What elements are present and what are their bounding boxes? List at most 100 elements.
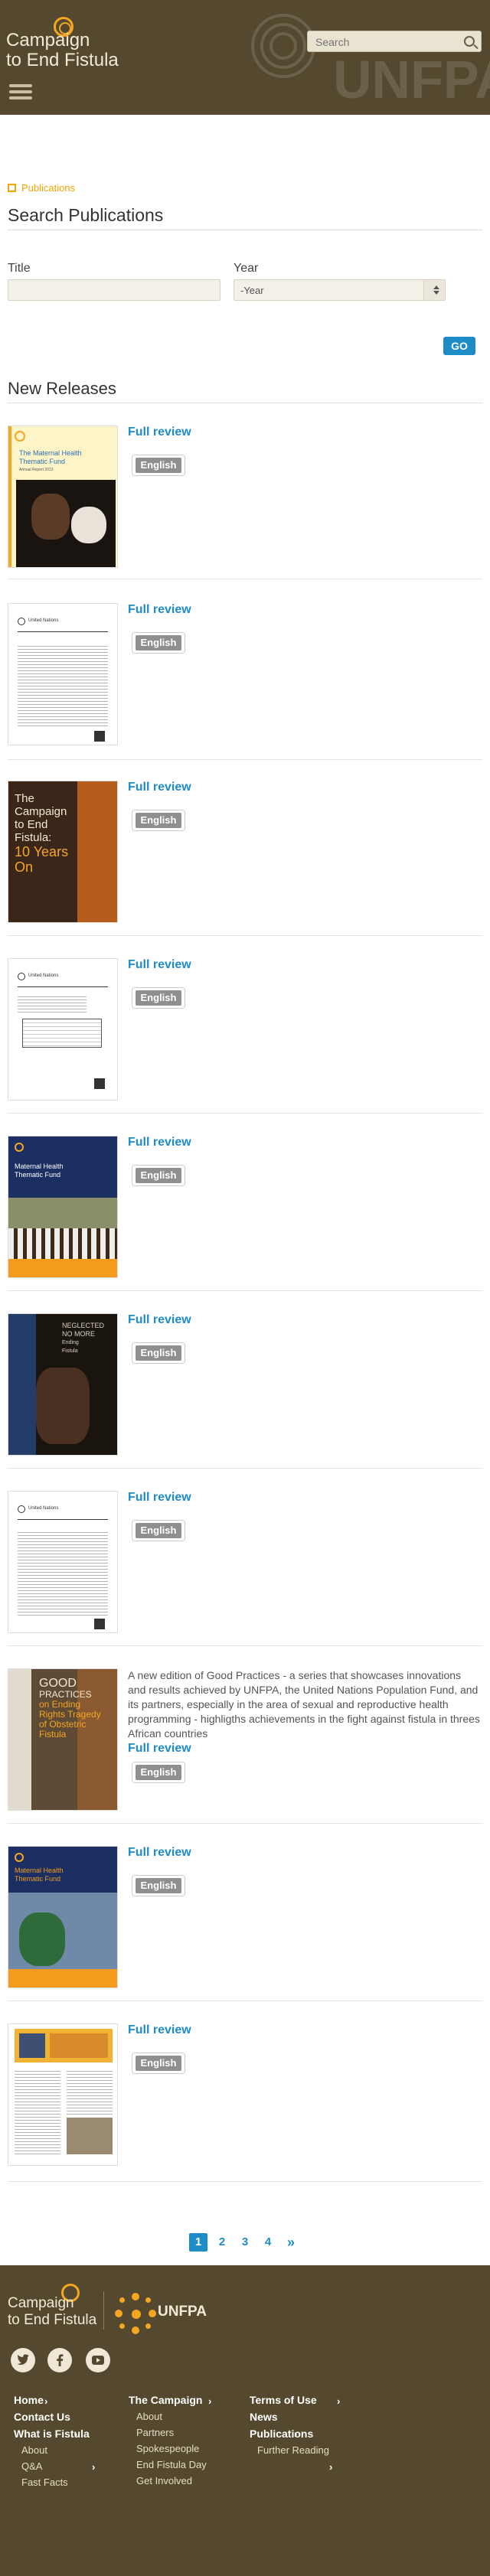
full-review-link[interactable]: Full review (128, 781, 191, 794)
english-button[interactable]: English (132, 810, 185, 831)
divider (8, 2000, 482, 2001)
search-box[interactable] (307, 31, 482, 52)
cover-text: Campaign (15, 805, 67, 818)
page-4-button[interactable]: 4 (259, 2233, 277, 2252)
page-1-button[interactable]: 1 (189, 2233, 207, 2252)
footer-link-contact[interactable]: Contact Us (14, 2411, 90, 2423)
publication-cover[interactable]: United Nations (8, 1491, 118, 1633)
cover-text: United Nations (28, 618, 59, 623)
full-review-link[interactable]: Full review (128, 958, 191, 972)
year-select[interactable]: -Year (234, 279, 446, 301)
next-page-button[interactable]: » (282, 2233, 300, 2252)
publication-cover[interactable]: The Maternal Health Thematic Fund Annual… (8, 426, 118, 568)
footer-link-qa[interactable]: Q&A (14, 2460, 90, 2472)
footer-link-further-reading[interactable]: Further Reading (250, 2444, 329, 2456)
cover-text: Fistula (62, 1348, 78, 1354)
footer-link-partners[interactable]: Partners (129, 2427, 207, 2438)
pagination: 1 2 3 4 » (0, 2233, 490, 2256)
cover-text: Thematic Fund (15, 1171, 61, 1179)
english-label: English (136, 813, 181, 828)
full-review-link[interactable]: Full review (128, 1491, 191, 1505)
english-label: English (136, 1765, 181, 1780)
footer-logo-line1: Campaign (8, 2295, 74, 2311)
publication-cover[interactable]: The Campaign to End Fistula: 10 Years On (8, 781, 118, 923)
publication-cover[interactable]: United Nations (8, 603, 118, 745)
footer-column-3: Terms of Use News Publications Further R… (250, 2394, 329, 2460)
footer-link-the-campaign[interactable]: The Campaign (129, 2394, 207, 2406)
full-review-link[interactable]: Full review (128, 603, 191, 617)
english-label: English (136, 1168, 181, 1183)
partner-name: UNFPA (158, 2304, 207, 2320)
menu-icon[interactable] (9, 84, 32, 99)
publication-description: A new edition of Good Practices - a seri… (128, 1669, 480, 1740)
search-icon[interactable] (464, 36, 475, 47)
english-button[interactable]: English (132, 2053, 185, 2074)
cover-text: 10 Years (15, 844, 69, 859)
divider (8, 935, 482, 936)
full-review-link[interactable]: Full review (128, 1313, 191, 1327)
publication-cover[interactable]: GOOD PRACTICES on Ending Rights Tragedy … (8, 1668, 118, 1811)
go-button[interactable]: GO (443, 337, 475, 355)
cover-text: Ending (62, 1340, 79, 1345)
page-3-button[interactable]: 3 (236, 2233, 254, 2252)
select-arrows-icon[interactable] (423, 280, 445, 300)
footer-link-home[interactable]: Home (14, 2394, 90, 2406)
footer-link-about[interactable]: About (14, 2444, 90, 2456)
english-button[interactable]: English (132, 1875, 185, 1896)
footer-link-fast-facts[interactable]: Fast Facts (14, 2477, 90, 2488)
footer-logo[interactable]: Campaign to End Fistula UNFPA (8, 2282, 237, 2336)
title-label: Title (8, 262, 31, 275)
full-review-link[interactable]: Full review (128, 1846, 191, 1860)
cover-text: The (15, 792, 34, 805)
footer-link-publications[interactable]: Publications (250, 2428, 329, 2440)
chevron-right-icon: › (92, 2461, 96, 2473)
title-field[interactable] (8, 279, 220, 301)
english-button[interactable]: English (132, 1520, 185, 1541)
full-review-link[interactable]: Full review (128, 2023, 191, 2037)
cover-text: Thematic Fund (19, 458, 66, 465)
english-label: English (136, 458, 181, 473)
publication-cover[interactable]: United Nations (8, 958, 118, 1101)
breadcrumb-label[interactable]: Publications (21, 182, 75, 194)
footer-link-terms[interactable]: Terms of Use (250, 2394, 329, 2406)
full-review-link[interactable]: Full review (128, 1742, 191, 1756)
page-2-button[interactable]: 2 (213, 2233, 231, 2252)
english-button[interactable]: English (132, 1762, 185, 1783)
footer-link-what-is-fistula[interactable]: What is Fistula (14, 2428, 90, 2440)
cover-text: Maternal Health (15, 1867, 64, 1874)
divider (8, 1113, 482, 1114)
divider (8, 759, 482, 760)
search-input[interactable] (315, 35, 453, 49)
full-review-link[interactable]: Full review (128, 426, 191, 439)
publication-cover[interactable] (8, 2023, 118, 2166)
publication-cover[interactable]: Maternal Health Thematic Fund (8, 1136, 118, 1278)
unfpa-logo-icon (115, 2293, 156, 2334)
english-button[interactable]: English (132, 1165, 185, 1186)
cover-text: On (15, 859, 34, 875)
footer-column-2: The Campaign About Partners Spokespeople… (129, 2394, 207, 2491)
logo-line2: to End Fistula (6, 50, 119, 70)
full-review-link[interactable]: Full review (128, 1136, 191, 1149)
publication-cover[interactable]: NEGLECTED NO MORE Ending Fistula (8, 1313, 118, 1456)
cover-text: to End (15, 818, 48, 831)
youtube-icon[interactable] (86, 2348, 110, 2372)
campaign-logo[interactable]: Campaign to End Fistula (6, 17, 121, 74)
footer-link-end-fistula-day[interactable]: End Fistula Day (129, 2459, 207, 2470)
publication-cover[interactable]: Maternal Health Thematic Fund (8, 1846, 118, 1988)
footer-link-get-involved[interactable]: Get Involved (129, 2475, 207, 2486)
english-label: English (136, 2056, 181, 2071)
footer-link-campaign-about[interactable]: About (129, 2411, 207, 2422)
cover-text: Annual Report 2013 (19, 468, 54, 472)
breadcrumb[interactable]: Publications (8, 182, 75, 194)
english-button[interactable]: English (132, 987, 185, 1009)
footer-column-1: Home Contact Us What is Fistula About Q&… (14, 2394, 90, 2493)
footer-link-news[interactable]: News (250, 2411, 329, 2423)
english-button[interactable]: English (132, 1342, 185, 1364)
english-button[interactable]: English (132, 632, 185, 654)
facebook-icon[interactable] (47, 2348, 72, 2372)
footer-link-spokespeople[interactable]: Spokespeople (129, 2443, 207, 2454)
english-button[interactable]: English (132, 455, 185, 476)
cover-text: NO MORE (62, 1330, 96, 1338)
twitter-icon[interactable] (11, 2348, 35, 2372)
cover-text: Fistula: (15, 831, 52, 844)
